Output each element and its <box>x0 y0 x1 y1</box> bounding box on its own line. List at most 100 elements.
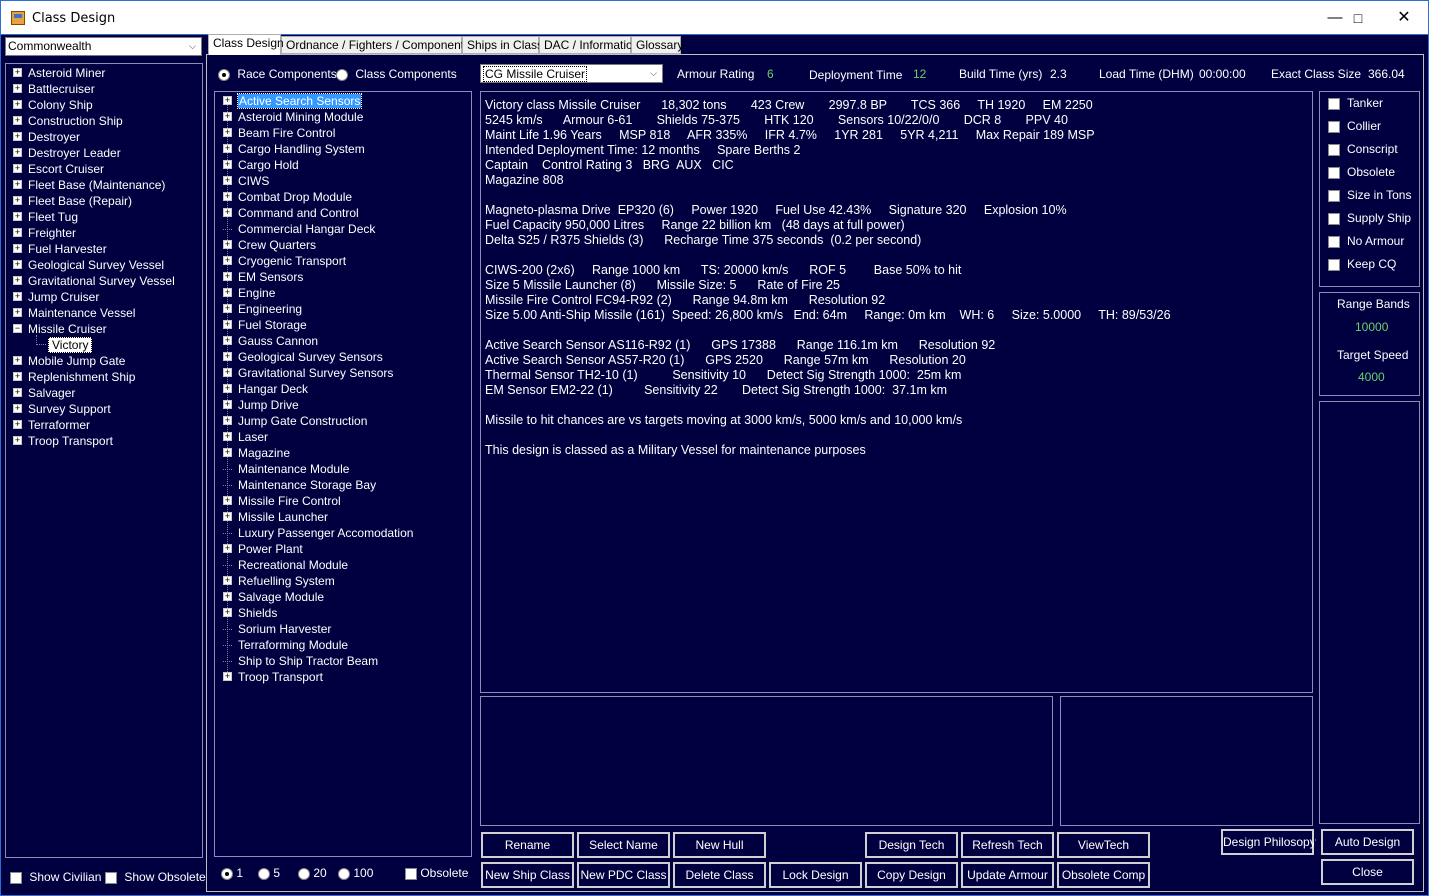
expand-icon[interactable]: + <box>223 512 232 522</box>
tree-item[interactable]: + Maintenance Vessel <box>13 305 135 321</box>
delete-class-button[interactable]: Delete Class <box>672 861 767 889</box>
expand-icon[interactable]: + <box>223 112 232 122</box>
expand-icon[interactable]: + <box>13 84 22 94</box>
expand-icon[interactable]: + <box>223 288 232 298</box>
tree-item[interactable]: Victory <box>36 335 93 353</box>
expand-icon[interactable]: + <box>13 436 22 446</box>
option-checkbox[interactable]: No Armour <box>1328 234 1404 248</box>
radio-off-icon[interactable] <box>298 867 310 880</box>
close-icon[interactable]: ✕ <box>1381 1 1427 35</box>
show-obsolete-checkbox[interactable]: Show Obsolete <box>105 870 206 884</box>
design-tech-button[interactable]: Design Tech <box>864 831 959 859</box>
checkbox-icon[interactable] <box>1328 189 1340 202</box>
tree-item[interactable]: + Asteroid Miner <box>13 65 105 81</box>
maximize-icon[interactable]: □ <box>1335 1 1381 35</box>
expand-icon[interactable]: + <box>13 276 22 286</box>
tree-item[interactable]: + Jump Cruiser <box>13 289 99 305</box>
expand-icon[interactable]: + <box>223 400 232 410</box>
tree-item[interactable]: + Battlecruiser <box>13 81 95 97</box>
class-components-radio[interactable]: Class Components <box>336 67 457 81</box>
tree-item[interactable]: + Geological Survey Vessel <box>13 257 164 273</box>
checkbox-icon[interactable] <box>1328 235 1340 248</box>
qty-100-radio[interactable]: 100 <box>338 866 373 880</box>
tree-item[interactable]: + Colony Ship <box>13 97 93 113</box>
tree-item[interactable]: + Fleet Tug <box>13 209 78 225</box>
tree-item[interactable]: Maintenance Module <box>223 461 349 477</box>
tree-item[interactable]: + Engine <box>223 285 275 301</box>
tree-item[interactable]: Sorium Harvester <box>223 621 331 637</box>
tab-class-design[interactable]: Class Design <box>208 34 284 55</box>
tree-item[interactable]: + Salvage Module <box>223 589 324 605</box>
tree-item[interactable]: + Crew Quarters <box>223 237 316 253</box>
tree-item[interactable]: + Freighter <box>13 225 76 241</box>
tree-item[interactable]: Recreational Module <box>223 557 348 573</box>
radio-on-icon[interactable] <box>221 867 233 880</box>
tree-item[interactable]: + Fuel Harvester <box>13 241 107 257</box>
expand-icon[interactable]: + <box>13 372 22 382</box>
tree-item[interactable]: + Hangar Deck <box>223 381 308 397</box>
expand-icon[interactable]: + <box>13 308 22 318</box>
tree-item[interactable]: + EM Sensors <box>223 269 303 285</box>
expand-icon[interactable]: + <box>223 144 232 154</box>
radio-off-icon[interactable] <box>258 867 270 880</box>
chevron-down-icon[interactable]: ⌵ <box>184 38 201 55</box>
checkbox-icon[interactable] <box>105 871 117 884</box>
expand-icon[interactable]: + <box>13 116 22 126</box>
radio-on-icon[interactable] <box>218 68 230 81</box>
expand-icon[interactable]: + <box>223 352 232 362</box>
show-civilian-checkbox[interactable]: Show Civilian <box>10 870 101 884</box>
expand-icon[interactable]: + <box>223 192 232 202</box>
expand-icon[interactable]: + <box>223 432 232 442</box>
tree-item[interactable]: + Magazine <box>223 445 290 461</box>
tree-item[interactable]: + Laser <box>223 429 268 445</box>
obsolete-comp-button[interactable]: Obsolete Comp <box>1056 861 1151 889</box>
expand-icon[interactable]: + <box>223 672 232 682</box>
expand-icon[interactable]: + <box>223 176 232 186</box>
tree-item[interactable]: + Gravitational Survey Sensors <box>223 365 393 381</box>
option-checkbox[interactable]: Conscript <box>1328 142 1398 156</box>
tree-item[interactable]: + Mobile Jump Gate <box>13 353 125 369</box>
tree-item[interactable]: Luxury Passenger Accomodation <box>223 525 413 541</box>
tree-item[interactable]: + Replenishment Ship <box>13 369 135 385</box>
class-tree[interactable]: + Asteroid Miner + Battlecruiser + Colony Shi… <box>5 63 203 858</box>
tree-item[interactable]: + Troop Transport <box>13 433 113 449</box>
auto-design-button[interactable]: Auto Design <box>1320 828 1415 856</box>
tree-item[interactable]: + Command and Control <box>223 205 359 221</box>
checkbox-icon[interactable] <box>405 867 417 880</box>
expand-icon[interactable]: + <box>13 260 22 270</box>
component-tree[interactable]: + Active Search Sensors + Asteroid Mining M… <box>214 91 472 857</box>
tree-item[interactable]: + Troop Transport <box>223 669 323 685</box>
race-components-radio[interactable]: Race Components <box>218 67 337 81</box>
tree-item[interactable]: + Missile Launcher <box>223 509 328 525</box>
lock-design-button[interactable]: Lock Design <box>768 861 863 889</box>
expand-icon[interactable]: + <box>223 320 232 330</box>
expand-icon[interactable]: + <box>223 336 232 346</box>
select-name-button[interactable]: Select Name <box>576 831 671 859</box>
expand-icon[interactable]: + <box>13 196 22 206</box>
option-checkbox[interactable]: Tanker <box>1328 96 1383 110</box>
expand-icon[interactable]: + <box>13 404 22 414</box>
radio-off-icon[interactable] <box>336 68 348 81</box>
tab-dac-information[interactable]: DAC / Information <box>539 36 639 54</box>
tree-item[interactable]: + Destroyer <box>13 129 80 145</box>
radio-off-icon[interactable] <box>338 867 350 880</box>
tab-glossary[interactable]: Glossary <box>631 36 683 54</box>
expand-icon[interactable]: + <box>13 244 22 254</box>
option-checkbox[interactable]: Collier <box>1328 119 1381 133</box>
option-checkbox[interactable]: Supply Ship <box>1328 211 1411 225</box>
target-speed-value[interactable]: 4000 <box>1358 370 1385 384</box>
update-armour-button[interactable]: Update Armour <box>960 861 1055 889</box>
expand-icon[interactable]: + <box>13 68 22 78</box>
collapse-icon[interactable]: − <box>13 324 22 334</box>
checkbox-icon[interactable] <box>1328 258 1340 271</box>
tree-item[interactable]: + Fuel Storage <box>223 317 307 333</box>
close-button[interactable]: Close <box>1320 858 1415 886</box>
refresh-tech-button[interactable]: Refresh Tech <box>960 831 1055 859</box>
range-bands-value[interactable]: 10000 <box>1355 320 1388 334</box>
expand-icon[interactable]: + <box>223 448 232 458</box>
hull-select[interactable]: CG Missile Cruiser ⌵ <box>480 64 663 83</box>
checkbox-icon[interactable] <box>1328 120 1340 133</box>
option-checkbox[interactable]: Obsolete <box>1328 165 1395 179</box>
new-ship-class-button[interactable]: New Ship Class <box>480 861 575 889</box>
tree-item[interactable]: + Beam Fire Control <box>223 125 335 141</box>
